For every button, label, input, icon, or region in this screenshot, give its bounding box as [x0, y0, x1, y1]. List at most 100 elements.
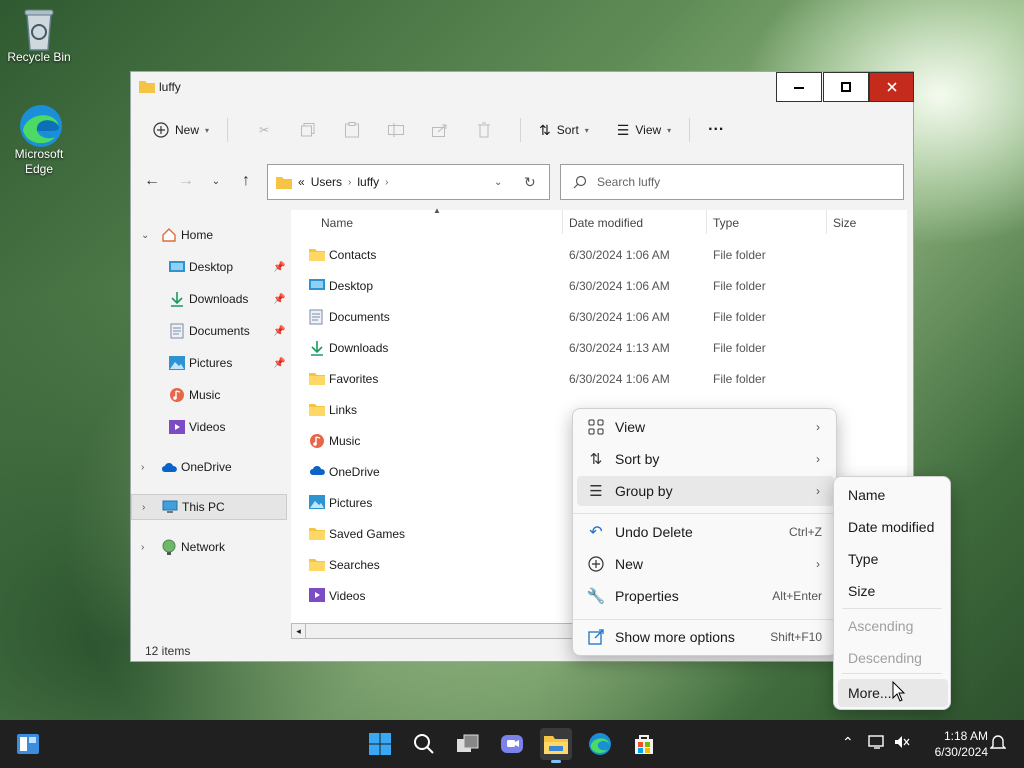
cloud-icon	[309, 464, 325, 480]
breadcrumb-users[interactable]: Users	[311, 175, 342, 189]
toolbar-divider	[227, 118, 229, 142]
column-header-size[interactable]: Size	[833, 216, 856, 230]
share-button[interactable]	[418, 114, 462, 146]
clock-time: 1:18 AM	[943, 729, 988, 743]
submenu-item-size[interactable]: Size	[838, 577, 948, 605]
table-row[interactable]: Favorites 6/30/2024 1:06 AM File folder	[291, 363, 891, 394]
sidebar-item-network[interactable]: › Network	[131, 534, 287, 560]
paste-icon	[345, 122, 360, 138]
clock-date: 6/30/2024	[934, 745, 988, 759]
column-divider[interactable]	[826, 210, 827, 234]
search-box[interactable]: Search luffy	[560, 164, 904, 200]
file-explorer-taskbar-button[interactable]	[540, 728, 572, 763]
start-button[interactable]	[364, 728, 396, 760]
table-row[interactable]: Desktop 6/30/2024 1:06 AM File folder	[291, 270, 891, 301]
search-input[interactable]: Search luffy	[597, 175, 660, 189]
chevron-right-icon[interactable]: ›	[141, 462, 144, 473]
see-more-button[interactable]: ···	[704, 114, 728, 146]
menu-item-label: Show more options	[615, 629, 735, 645]
store-taskbar-button[interactable]	[628, 728, 660, 760]
sidebar-item-music[interactable]: Music	[131, 382, 287, 408]
menu-item-show-more-options[interactable]: Show more options Shift+F10	[577, 622, 834, 652]
column-header-date[interactable]: Date modified	[569, 216, 643, 230]
scroll-left-icon[interactable]: ◂	[292, 624, 306, 638]
sort-icon: ⇅	[539, 121, 551, 138]
submenu-item-type[interactable]: Type	[838, 545, 948, 573]
sidebar-item-desktop[interactable]: Desktop 📌	[131, 254, 287, 280]
address-dropdown-icon[interactable]: ⌄	[494, 177, 502, 188]
menu-item-properties[interactable]: 🔧 Properties Alt+Enter	[577, 581, 834, 611]
search-taskbar-button[interactable]	[408, 728, 440, 760]
view-label: View	[635, 123, 662, 137]
volume-muted-icon[interactable]	[894, 734, 910, 753]
sidebar-item-home[interactable]: ⌄ Home	[131, 222, 287, 248]
desktop-icon-recycle-bin[interactable]: Recycle Bin	[1, 6, 77, 65]
sidebar-item-pictures[interactable]: Pictures 📌	[131, 350, 287, 376]
paste-button[interactable]	[330, 114, 374, 146]
folder-icon	[309, 402, 325, 418]
back-button[interactable]: ←	[139, 168, 165, 194]
chevron-up-icon[interactable]: ⌃	[842, 734, 854, 751]
column-divider[interactable]	[562, 210, 563, 234]
table-row[interactable]: Downloads 6/30/2024 1:13 AM File folder	[291, 332, 891, 363]
title-bar[interactable]: luffy	[131, 72, 914, 102]
copy-button[interactable]	[286, 114, 330, 146]
close-button[interactable]	[869, 72, 914, 102]
folder-icon	[309, 526, 325, 542]
sidebar-item-onedrive[interactable]: › OneDrive	[131, 454, 287, 480]
sidebar-item-this-pc[interactable]: › This PC	[131, 494, 287, 520]
folder-icon	[309, 557, 325, 573]
menu-item-label: Properties	[615, 588, 679, 604]
sidebar-item-videos[interactable]: Videos	[131, 414, 287, 440]
breadcrumb-luffy[interactable]: luffy	[357, 175, 379, 189]
minimize-button[interactable]	[776, 72, 822, 102]
up-button[interactable]: ↑	[233, 168, 259, 194]
sidebar-item-label: Home	[181, 228, 214, 242]
pin-icon[interactable]: 📌	[273, 326, 285, 337]
delete-button[interactable]	[462, 114, 506, 146]
menu-item-undo-delete[interactable]: ↶ Undo Delete Ctrl+Z	[577, 517, 834, 547]
rename-button[interactable]	[374, 114, 418, 146]
breadcrumb-overflow[interactable]: «	[298, 175, 305, 189]
menu-item-view[interactable]: View ›	[577, 412, 834, 442]
column-divider[interactable]	[706, 210, 707, 234]
menu-item-group-by[interactable]: ☰ Group by ›	[577, 476, 834, 506]
recent-locations-button[interactable]: ⌄	[203, 168, 229, 194]
pin-icon[interactable]: 📌	[273, 262, 285, 273]
new-button[interactable]: New ▾	[149, 114, 213, 146]
submenu-item-name[interactable]: Name	[838, 481, 948, 509]
address-bar[interactable]: « Users › luffy › ⌄ ↻	[267, 164, 550, 200]
table-row[interactable]: Contacts 6/30/2024 1:06 AM File folder	[291, 239, 891, 270]
task-view-button[interactable]	[452, 728, 484, 760]
network-tray-icon[interactable]	[868, 734, 886, 753]
group-by-submenu: Name Date modified Type Size Ascending Descen…	[833, 476, 951, 710]
edge-taskbar-button[interactable]	[584, 728, 616, 760]
clock[interactable]: 1:18 AM 6/30/2024	[918, 728, 988, 760]
table-row[interactable]: Documents 6/30/2024 1:06 AM File folder	[291, 301, 891, 332]
view-button[interactable]: ☰ View ▾	[613, 114, 675, 146]
refresh-icon[interactable]: ↻	[524, 174, 536, 191]
column-header-name[interactable]: Name	[321, 216, 353, 230]
teams-chat-button[interactable]	[496, 728, 528, 760]
sort-button[interactable]: ⇅ Sort ▾	[535, 114, 593, 146]
cut-button[interactable]: ✂	[242, 114, 286, 146]
home-icon	[161, 227, 177, 243]
pin-icon[interactable]: 📌	[273, 358, 285, 369]
maximize-button[interactable]	[823, 72, 869, 102]
notifications-icon[interactable]	[989, 734, 1007, 753]
pin-icon[interactable]: 📌	[273, 294, 285, 305]
search-icon	[573, 175, 587, 189]
menu-item-shortcut: Alt+Enter	[772, 589, 822, 603]
chevron-right-icon[interactable]: ›	[141, 542, 144, 553]
menu-item-sort-by[interactable]: ⇅ Sort by ›	[577, 444, 834, 474]
column-header-type[interactable]: Type	[713, 216, 739, 230]
chevron-right-icon[interactable]: ›	[142, 502, 145, 513]
sidebar-item-downloads[interactable]: Downloads 📌	[131, 286, 287, 312]
submenu-item-descending: Descending	[848, 650, 922, 666]
widgets-button[interactable]	[12, 728, 44, 760]
submenu-item-date-modified[interactable]: Date modified	[838, 513, 948, 541]
desktop-icon-edge[interactable]: Microsoft Edge	[1, 103, 77, 177]
sidebar-item-documents[interactable]: Documents 📌	[131, 318, 287, 344]
menu-item-new[interactable]: New ›	[577, 549, 834, 579]
forward-button[interactable]: →	[173, 168, 199, 194]
